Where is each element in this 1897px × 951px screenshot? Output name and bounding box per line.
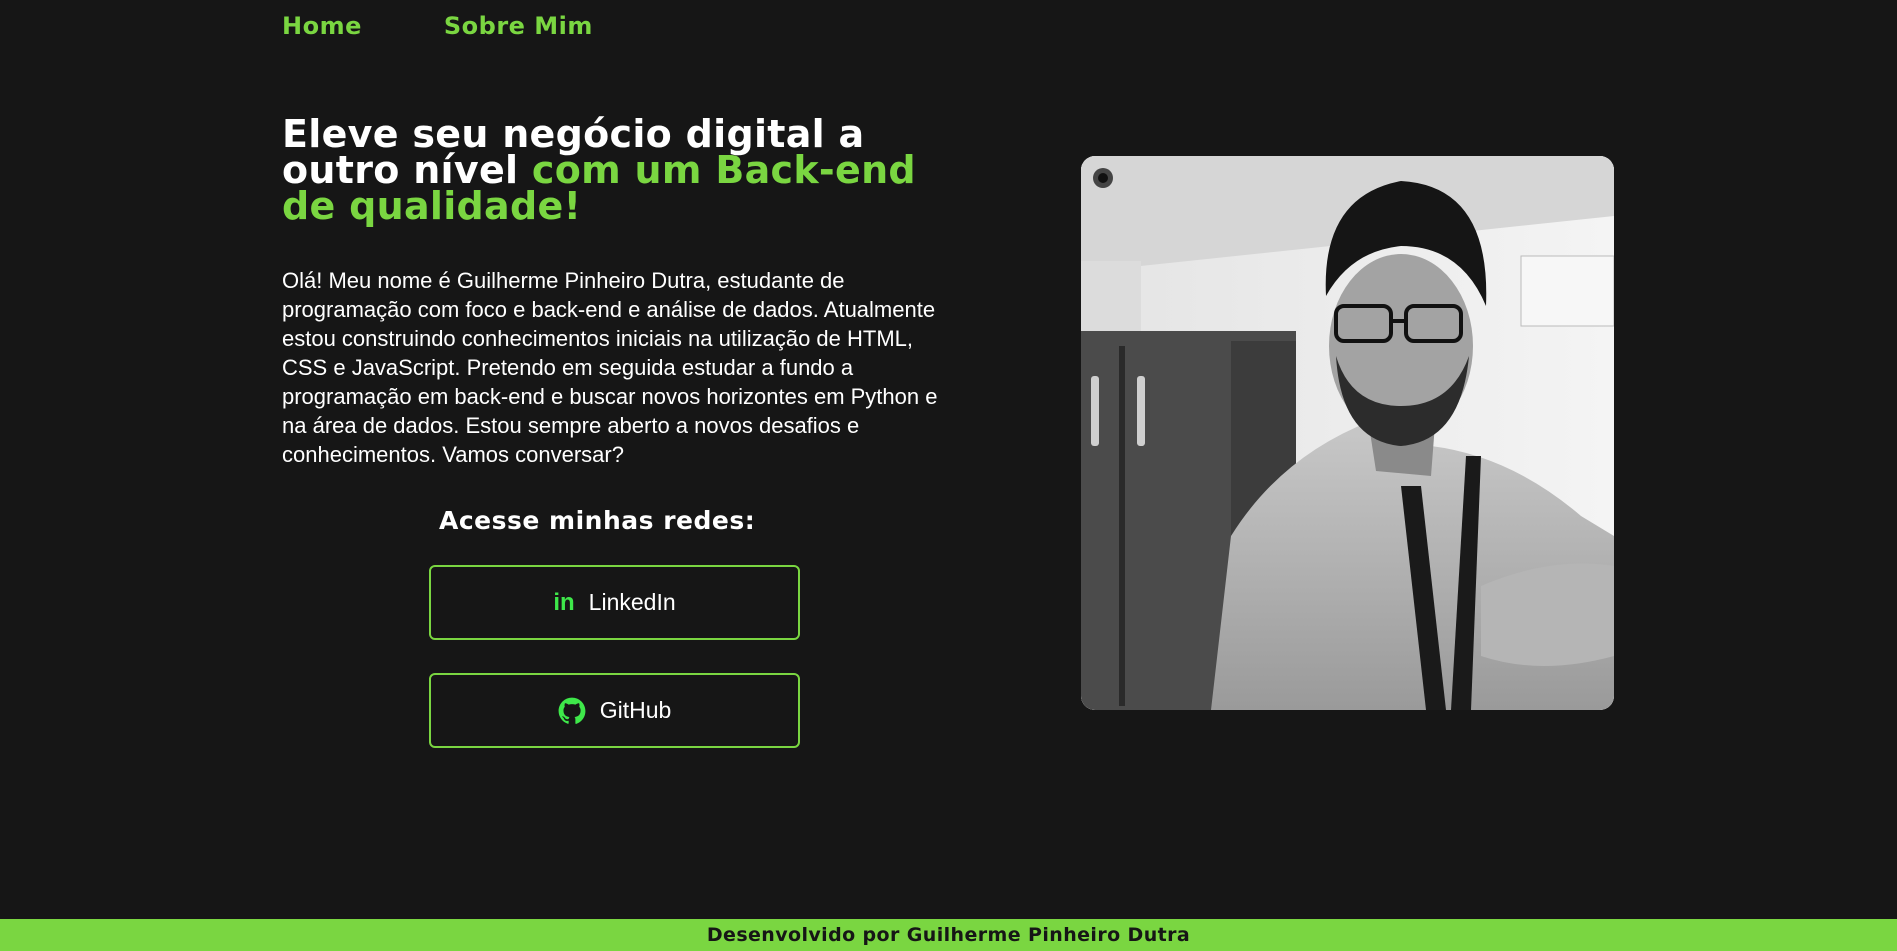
top-nav: Home Sobre Mim <box>282 12 593 40</box>
github-icon <box>558 697 586 725</box>
linkedin-label: LinkedIn <box>588 589 676 615</box>
social-heading: Acesse minhas redes: <box>439 506 756 535</box>
intro-text: Olá! Meu nome é Guilherme Pinheiro Dutra… <box>282 268 938 467</box>
page: Home Sobre Mim Eleve seu negócio digital… <box>0 0 1897 951</box>
footer-text: Desenvolvido por Guilherme Pinheiro Dutr… <box>706 924 1191 946</box>
profile-photo <box>1081 156 1614 710</box>
footer: Desenvolvido por Guilherme Pinheiro Dutr… <box>0 919 1897 951</box>
nav-home-link[interactable]: Home <box>282 12 362 40</box>
nav-about-link[interactable]: Sobre Mim <box>444 12 593 40</box>
hero-title: Eleve seu negócio digital a outro nível … <box>282 115 972 225</box>
linkedin-icon-glyph: in <box>553 588 575 616</box>
linkedin-icon: in <box>553 589 574 617</box>
linkedin-button[interactable]: in LinkedIn <box>429 565 800 640</box>
github-label: GitHub <box>599 697 672 723</box>
github-button[interactable]: GitHub <box>429 673 800 748</box>
